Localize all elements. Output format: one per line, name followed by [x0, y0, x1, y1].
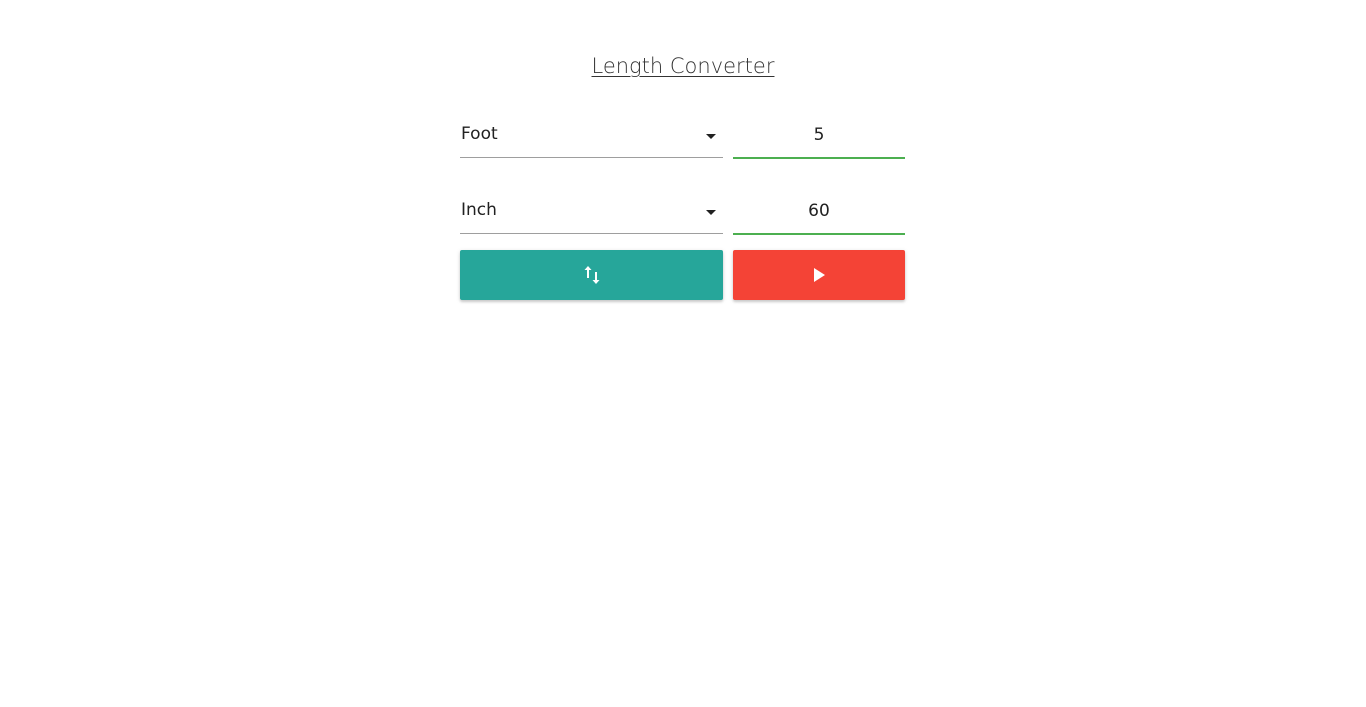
from-unit-select[interactable]: Foot: [460, 118, 723, 158]
page-title: Length Converter: [0, 50, 1366, 82]
from-value-input[interactable]: [733, 117, 905, 159]
to-value-input[interactable]: [733, 193, 905, 235]
swap-vertical-icon: [584, 265, 600, 285]
chevron-down-icon: [706, 210, 716, 215]
from-unit-value: Foot: [461, 124, 498, 144]
to-unit-select[interactable]: Inch: [460, 194, 723, 234]
swap-units-button[interactable]: [460, 250, 723, 300]
length-converter-page: Length Converter Foot Inch: [0, 0, 1366, 707]
to-unit-value: Inch: [461, 200, 497, 220]
page-title-text: Length Converter: [591, 54, 775, 78]
play-icon: [813, 268, 825, 282]
convert-button[interactable]: [733, 250, 905, 300]
chevron-down-icon: [706, 134, 716, 139]
